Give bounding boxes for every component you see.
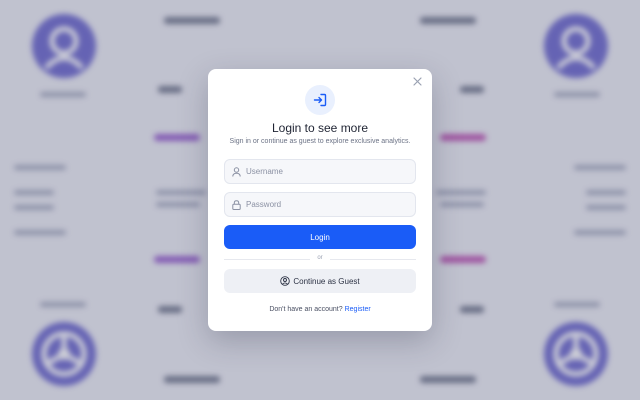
modal-subtitle: Sign in or continue as guest to explore … <box>229 138 411 145</box>
user-circle-icon <box>280 276 291 286</box>
login-arrow-icon <box>305 85 335 115</box>
close-icon[interactable] <box>411 77 423 89</box>
login-button[interactable]: Login <box>224 225 416 249</box>
modal-title: Login to see more <box>271 121 369 135</box>
divider <box>330 259 416 260</box>
register-link[interactable]: Register <box>345 306 371 313</box>
divider-label: or <box>317 255 323 261</box>
lock-icon <box>232 199 241 210</box>
password-field[interactable] <box>224 192 416 217</box>
login-modal: Login to see more Sign in or continue as… <box>208 69 432 331</box>
username-field[interactable] <box>224 159 416 184</box>
user-icon <box>232 166 241 177</box>
password-input[interactable] <box>246 200 406 209</box>
register-prompt-text: Don't have an account? <box>269 306 343 313</box>
username-input[interactable] <box>246 167 406 176</box>
continue-as-guest-button[interactable]: Continue as Guest <box>224 269 416 293</box>
guest-button-label: Continue as Guest <box>293 276 360 286</box>
register-prompt: Don't have an account? Register <box>208 306 432 313</box>
